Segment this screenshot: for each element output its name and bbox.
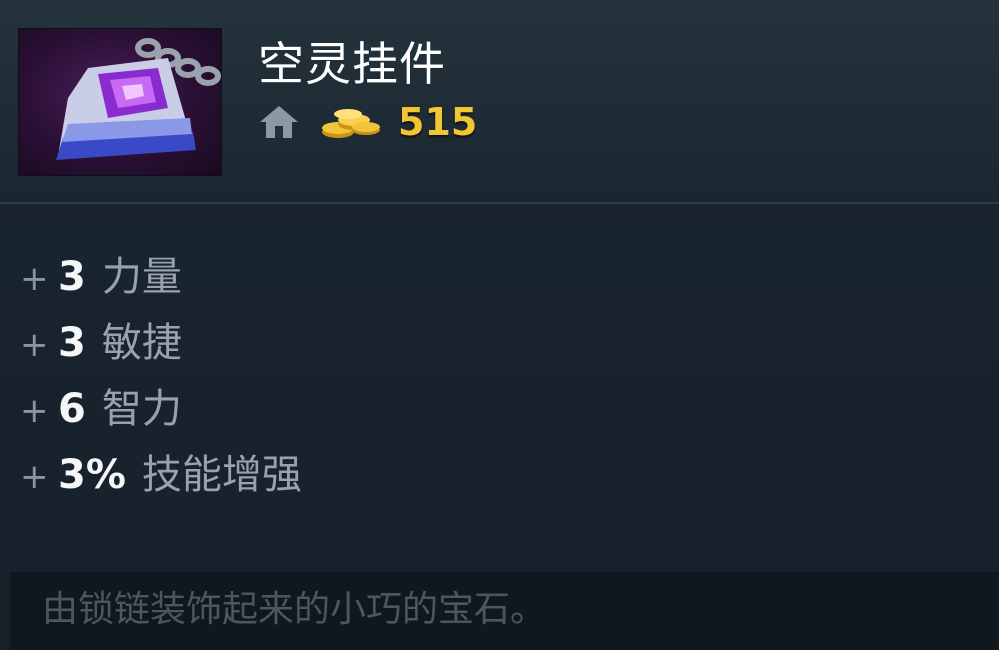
attribute-value: 3 [58,254,86,300]
attribute-row: + 3 力量 [20,244,920,310]
lore-text: 由锁链装饰起来的小巧的宝石。 [42,589,547,630]
item-tooltip: 空灵挂件 515 + 3 力量 + 3 敏捷 + 6 智力 + 3% 技能增强 … [0,0,999,650]
home-icon [258,102,300,142]
attribute-label: 智力 [101,386,182,432]
attribute-label: 技能增强 [141,452,302,498]
item-meta: 515 [258,98,477,146]
attribute-plus: + [20,259,49,299]
item-name: 空灵挂件 [258,37,446,91]
attribute-plus: + [20,391,49,431]
lore-section: 由锁链装饰起来的小巧的宝石。 [10,572,999,650]
attribute-plus: + [20,457,49,497]
attribute-row: + 3% 技能增强 [20,442,920,508]
attribute-row: + 6 智力 [20,376,920,442]
ethereal-pendant-icon [18,28,222,176]
attribute-row: + 3 敏捷 [20,310,920,376]
item-cost: 515 [398,100,478,144]
attribute-label: 敏捷 [101,320,182,366]
attribute-value: 6 [58,386,86,432]
attribute-label: 力量 [101,254,182,300]
attribute-value: 3 [58,320,86,366]
tooltip-header: 空灵挂件 515 [0,0,999,204]
attribute-value: 3% [58,452,126,498]
gold-coins-icon [318,102,384,142]
attribute-list: + 3 力量 + 3 敏捷 + 6 智力 + 3% 技能增强 [20,244,920,508]
attribute-plus: + [20,325,49,365]
